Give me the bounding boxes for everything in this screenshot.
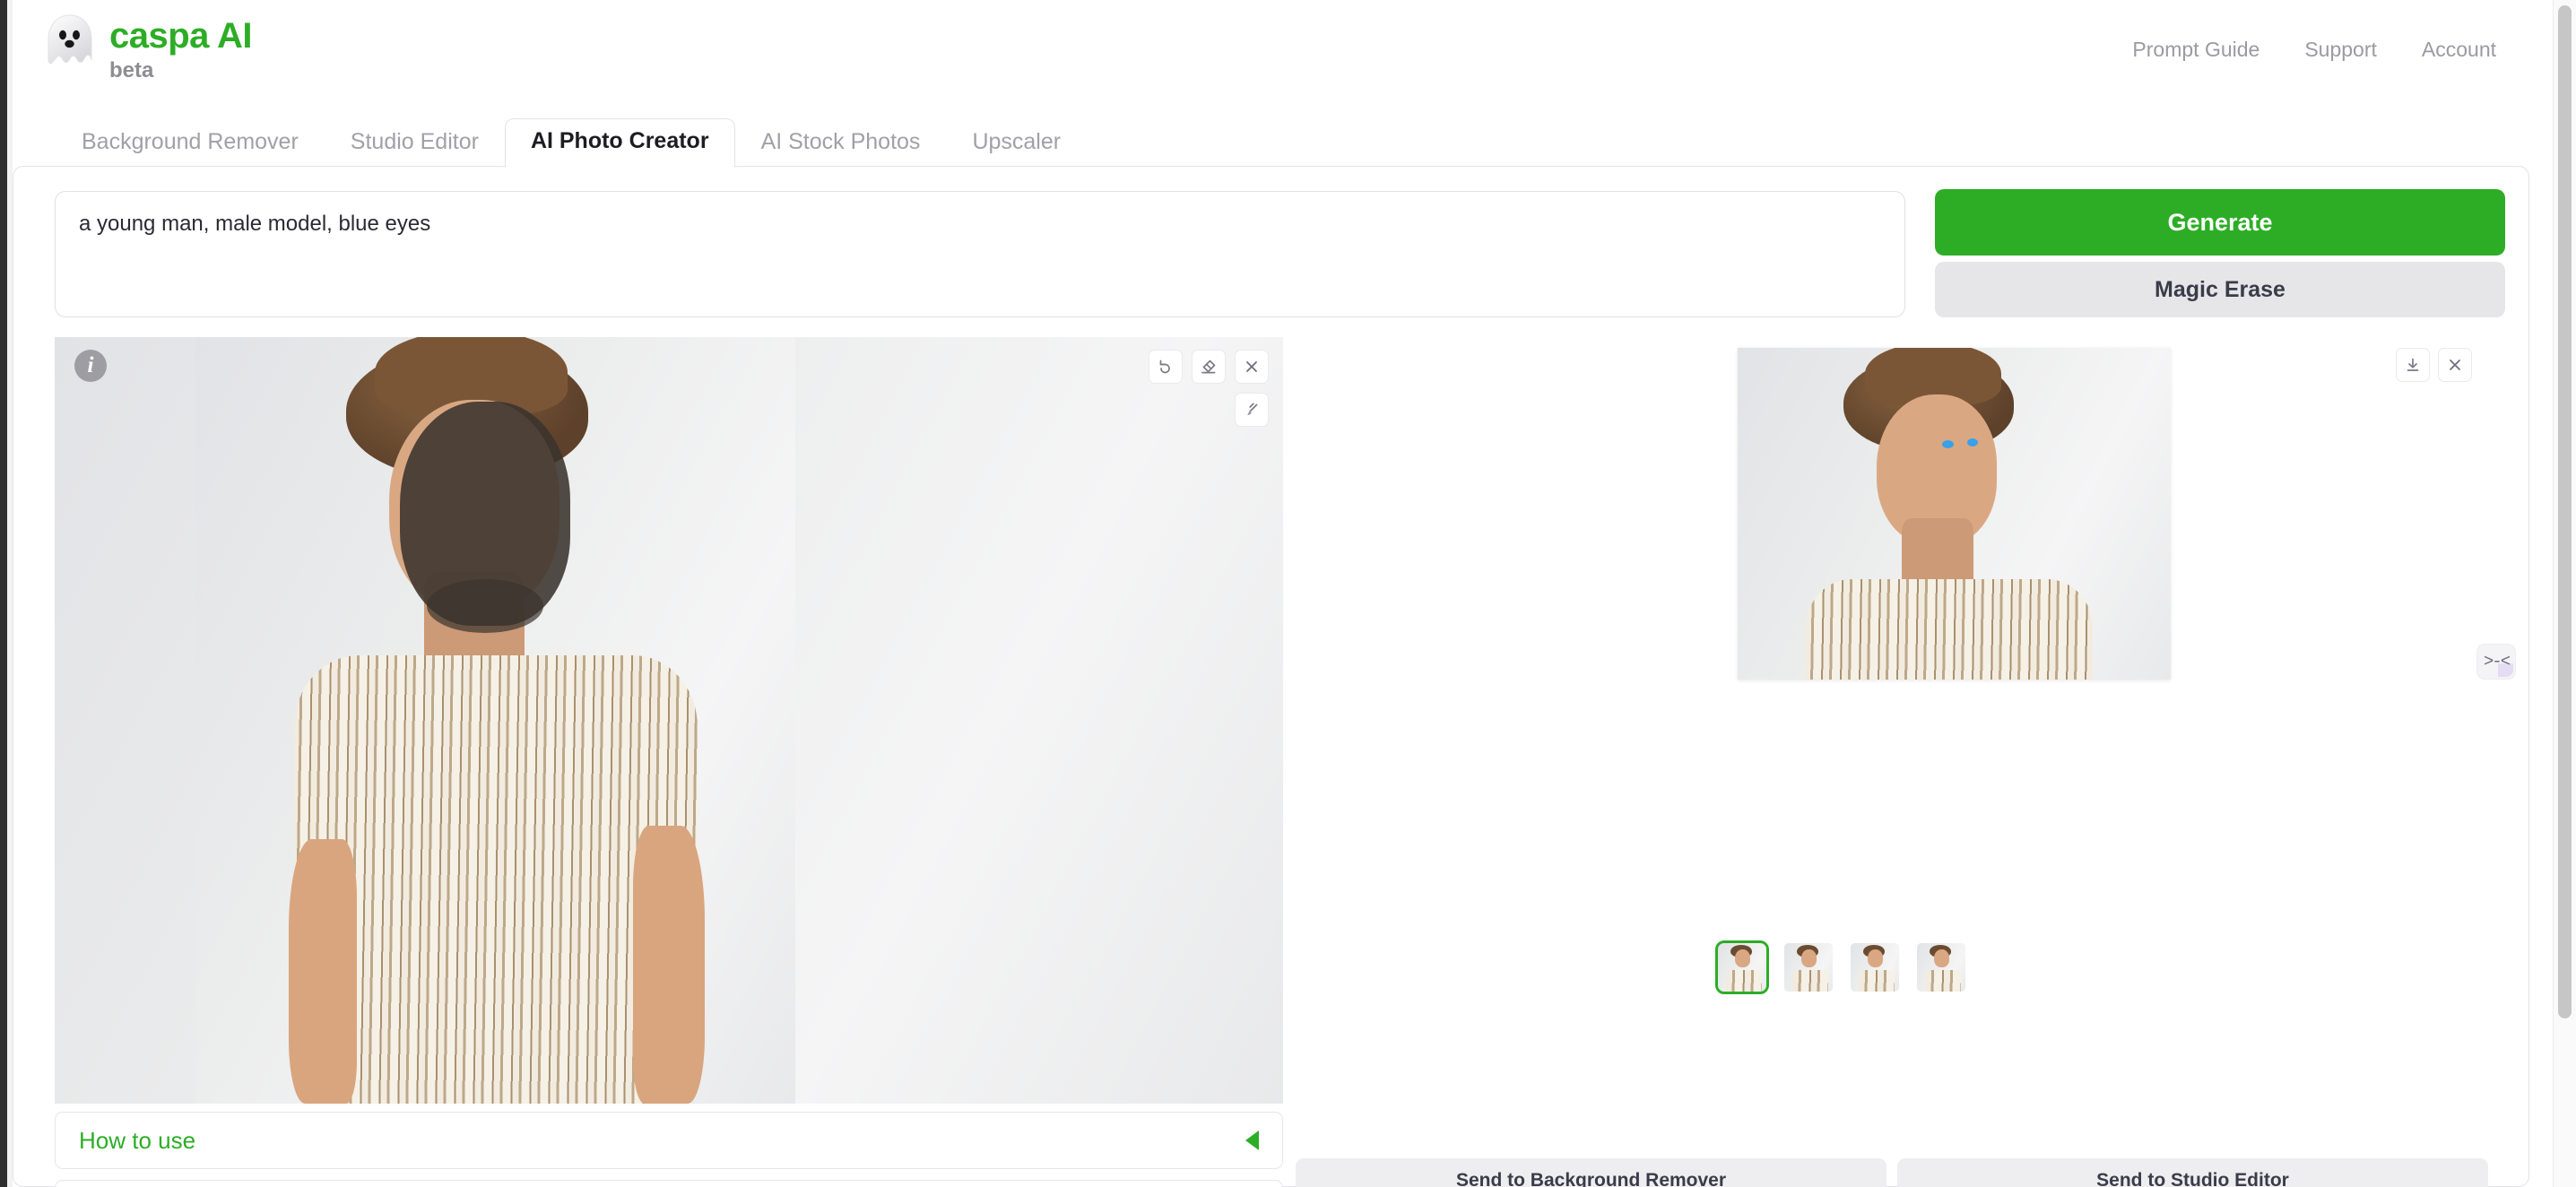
result-thumbnail[interactable] <box>1784 943 1833 992</box>
info-icon[interactable]: i <box>74 350 107 382</box>
magic-erase-mask-stroke <box>427 579 543 633</box>
result-canvas <box>1296 337 2488 749</box>
editor-toolbar-secondary <box>1235 393 1269 427</box>
download-icon[interactable] <box>2396 348 2430 382</box>
collapse-arrow-icon <box>1245 1131 1259 1150</box>
result-toolbar <box>2396 348 2472 382</box>
page-scrollbar[interactable] <box>2553 0 2576 1187</box>
result-thumbnail[interactable] <box>1851 943 1899 992</box>
result-thumbnail[interactable] <box>1917 943 1965 992</box>
app-root: caspa AI beta Prompt Guide Support Accou… <box>0 0 2576 1187</box>
accordion-advanced-settings[interactable]: Advanced settings <box>55 1180 1283 1187</box>
tab-bar: Background Remover Studio Editor AI Phot… <box>13 115 2546 168</box>
accordion-label: How to use <box>79 1126 196 1154</box>
send-to-background-remover-button[interactable]: Send to Background Remover <box>1296 1158 1886 1187</box>
page-left-gutter <box>0 0 7 1187</box>
result-thumbnail-strip <box>1715 940 1965 994</box>
result-thumbnail[interactable] <box>1715 940 1769 994</box>
magic-erase-button[interactable]: Magic Erase <box>1935 262 2505 317</box>
top-navigation: Prompt Guide Support Account <box>2132 38 2496 62</box>
brand-tagline: beta <box>109 58 154 82</box>
generate-button[interactable]: Generate <box>1935 189 2505 256</box>
brand-name: caspa AI <box>109 16 253 56</box>
eye-highlight <box>1942 440 1954 448</box>
app-header: caspa AI beta Prompt Guide Support Accou… <box>13 0 2546 115</box>
eye-highlight <box>1967 438 1978 446</box>
eraser-icon[interactable] <box>1192 350 1226 384</box>
send-to-studio-editor-button[interactable]: Send to Studio Editor <box>1897 1158 2488 1187</box>
send-button-group: Send to Background Remover Send to Studi… <box>1296 1158 2488 1187</box>
close-icon[interactable] <box>2438 348 2472 382</box>
result-photo[interactable] <box>1738 348 2171 680</box>
tab-ai-photo-creator[interactable]: AI Photo Creator <box>504 118 735 168</box>
tab-studio-editor[interactable]: Studio Editor <box>325 119 505 168</box>
tab-background-remover[interactable]: Background Remover <box>56 119 325 168</box>
main-panel: a young man, male model, blue eyes Gener… <box>13 166 2529 1187</box>
ghost-icon <box>48 14 92 65</box>
editor-canvas[interactable]: i <box>55 337 1283 1104</box>
collapse-panel-icon[interactable]: >-< <box>2476 644 2516 680</box>
nav-support[interactable]: Support <box>2304 38 2377 62</box>
source-photo <box>195 337 795 1104</box>
undo-icon[interactable] <box>1149 350 1183 384</box>
tab-upscaler[interactable]: Upscaler <box>946 119 1087 168</box>
editor-toolbar <box>1149 350 1269 384</box>
scrollbar-thumb[interactable] <box>2558 5 2572 1018</box>
collapse-handle-glyph: >-< <box>2483 652 2511 671</box>
prompt-input[interactable]: a young man, male model, blue eyes <box>55 191 1905 317</box>
close-icon[interactable] <box>1235 350 1269 384</box>
nav-prompt-guide[interactable]: Prompt Guide <box>2132 38 2259 62</box>
tab-ai-stock-photos[interactable]: AI Stock Photos <box>735 119 947 168</box>
brush-icon[interactable] <box>1235 393 1269 427</box>
accordion-how-to-use[interactable]: How to use <box>55 1112 1283 1169</box>
brand-logo[interactable]: caspa AI beta <box>43 13 253 82</box>
nav-account[interactable]: Account <box>2422 38 2496 62</box>
